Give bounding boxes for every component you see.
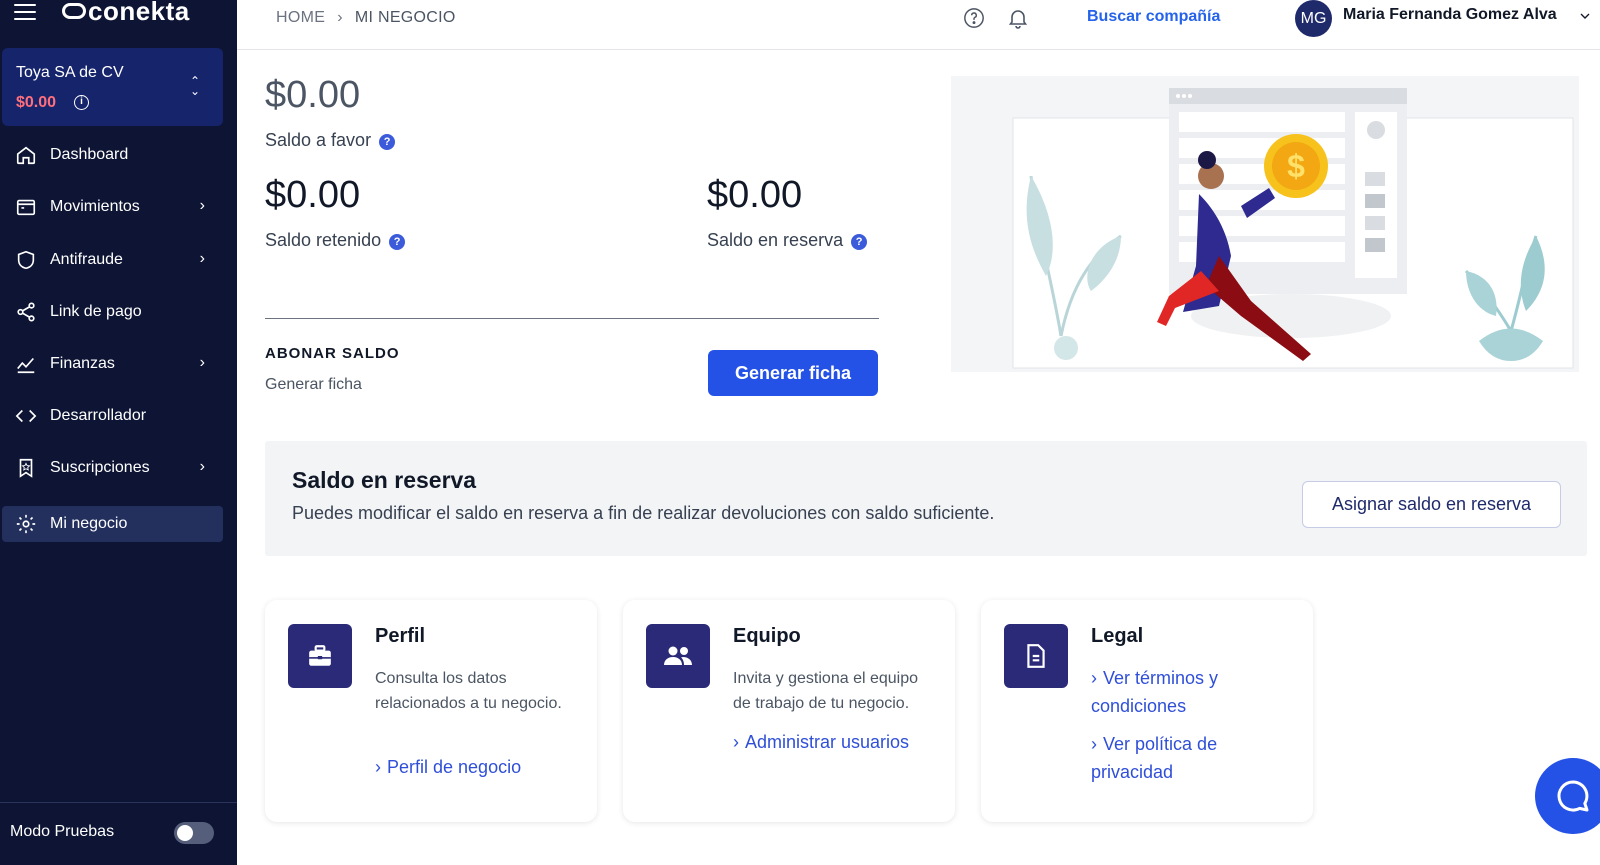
sidebar-item-link-de-pago[interactable]: Link de pago xyxy=(2,294,223,330)
chevron-right-icon: › xyxy=(199,197,205,214)
sidebar-item-label: Dashboard xyxy=(50,146,129,163)
sidebar-header: conekta xyxy=(0,0,237,36)
sidebar-divider xyxy=(0,802,237,803)
svg-text:$: $ xyxy=(1287,148,1305,184)
card-title: Legal xyxy=(1091,625,1144,647)
abonar-saldo-subtitle: Generar ficha xyxy=(265,376,362,393)
reserve-panel-title: Saldo en reserva xyxy=(292,467,477,493)
person-with-coin-illustration: $ xyxy=(1012,88,1574,369)
logo[interactable]: conekta xyxy=(62,0,190,27)
breadcrumb: HOME › MI NEGOCIO xyxy=(276,9,456,27)
chat-bubble-icon xyxy=(1557,780,1589,812)
sidebar-item-label: Mi negocio xyxy=(50,515,128,532)
saldo-retenido-label: Saldo retenido? xyxy=(265,230,406,251)
chevron-right-icon: › xyxy=(199,250,205,267)
card-title: Equipo xyxy=(733,625,801,647)
chevron-right-icon: › xyxy=(375,757,381,777)
chevron-right-icon: › xyxy=(1091,668,1097,688)
chat-button[interactable] xyxy=(1535,758,1600,834)
saldo-favor-amount: $0.00 xyxy=(265,74,361,116)
chevron-down-icon[interactable] xyxy=(1577,8,1593,29)
users-icon xyxy=(646,624,710,688)
sidebar-item-antifraude[interactable]: Antifraude › xyxy=(2,242,223,278)
sidebar-item-suscripciones[interactable]: Suscripciones › xyxy=(2,450,223,486)
administrar-usuarios-link[interactable]: › Administrar usuarios xyxy=(733,728,923,756)
card-equipo: Equipo Invita y gestiona el equipo de tr… xyxy=(623,600,955,822)
sidebar-item-mi-negocio[interactable]: Mi negocio xyxy=(2,506,223,542)
sidebar-item-label: Suscripciones xyxy=(50,459,150,476)
chevron-right-icon: › xyxy=(199,354,205,371)
saldo-retenido-amount: $0.00 xyxy=(265,174,361,216)
chevron-right-icon: › xyxy=(199,458,205,475)
home-icon xyxy=(14,143,38,167)
generar-ficha-button[interactable]: Generar ficha xyxy=(708,350,878,396)
card-description: Invita y gestiona el equipo de trabajo d… xyxy=(733,670,919,712)
user-name[interactable]: Maria Fernanda Gomez Alva xyxy=(1343,6,1557,24)
saldo-reserva-label: Saldo en reserva? xyxy=(707,230,868,251)
sidebar-item-finanzas[interactable]: Finanzas › xyxy=(2,346,223,382)
ver-politica-link[interactable]: › Ver política de privacidad xyxy=(1091,730,1281,786)
breadcrumb-home[interactable]: HOME xyxy=(276,9,325,26)
info-icon[interactable]: i xyxy=(74,95,89,110)
chart-icon xyxy=(14,352,38,376)
avatar[interactable]: MG xyxy=(1295,0,1332,37)
sidebar-item-label: Desarrollador xyxy=(50,407,147,424)
menu-icon[interactable] xyxy=(14,4,36,24)
toggle-knob xyxy=(177,825,193,841)
company-switcher[interactable]: Toya SA de CV $0.00 i ⌃ ⌄ xyxy=(2,48,223,126)
reserve-panel: Saldo en reserva Puedes modificar el sal… xyxy=(265,441,1587,556)
saldo-favor-label: Saldo a favor? xyxy=(265,130,396,151)
bookmark-star-icon xyxy=(14,456,38,480)
card-perfil: Perfil Consulta los datos relacionados a… xyxy=(265,600,597,822)
card-legal: Legal › Ver términos y condiciones › Ver p… xyxy=(981,600,1313,822)
divider xyxy=(265,318,879,319)
wallet-icon xyxy=(14,195,38,219)
document-icon xyxy=(1004,624,1068,688)
sidebar-item-desarrollador[interactable]: Desarrollador xyxy=(2,398,223,434)
test-mode-label: Modo Pruebas xyxy=(10,823,115,840)
code-icon xyxy=(14,404,38,428)
chevron-right-icon: › xyxy=(1091,734,1097,754)
shield-icon xyxy=(14,248,38,272)
briefcase-icon xyxy=(288,624,352,688)
help-icon[interactable] xyxy=(963,7,985,34)
card-description: Consulta los datos relacionados a tu neg… xyxy=(375,670,562,712)
chevron-up-down-icon: ⌃ ⌄ xyxy=(190,74,201,98)
sidebar-item-label: Antifraude xyxy=(50,251,123,268)
gear-icon xyxy=(14,512,38,536)
breadcrumb-current: MI NEGOCIO xyxy=(354,9,456,26)
sidebar-item-dashboard[interactable]: Dashboard xyxy=(2,137,223,173)
ver-terminos-link[interactable]: › Ver términos y condiciones xyxy=(1091,664,1281,720)
question-icon[interactable]: ? xyxy=(389,234,406,250)
sidebar-item-label: Link de pago xyxy=(50,303,142,320)
abonar-saldo-title: ABONAR SALDO xyxy=(265,345,400,362)
company-name: Toya SA de CV xyxy=(16,64,124,81)
saldo-reserva-amount: $0.00 xyxy=(707,174,803,216)
chevron-right-icon: › xyxy=(733,732,739,752)
test-mode-toggle[interactable] xyxy=(174,822,214,844)
sidebar-item-movimientos[interactable]: Movimientos › xyxy=(2,189,223,225)
card-title: Perfil xyxy=(375,625,426,647)
share-icon xyxy=(14,300,38,324)
top-bar: HOME › MI NEGOCIO Buscar compañía MG Maria… xyxy=(237,0,1600,50)
asignar-saldo-reserva-button[interactable]: Asignar saldo en reserva xyxy=(1302,481,1561,528)
logo-mark-icon xyxy=(62,3,86,19)
search-company-link[interactable]: Buscar compañía xyxy=(1087,8,1220,26)
perfil-de-negocio-link[interactable]: › Perfil de negocio xyxy=(375,753,565,781)
sidebar-item-label: Movimientos xyxy=(50,198,140,215)
reserve-panel-description: Puedes modificar el saldo en reserva a f… xyxy=(292,503,995,523)
question-icon[interactable]: ? xyxy=(379,134,396,150)
illustration: $ xyxy=(951,76,1579,372)
question-icon[interactable]: ? xyxy=(851,234,868,250)
company-balance: $0.00 xyxy=(16,94,57,111)
sidebar-item-label: Finanzas xyxy=(50,355,115,372)
bell-icon[interactable] xyxy=(1006,6,1030,35)
chevron-right-icon: › xyxy=(337,9,343,26)
sidebar: conekta Toya SA de CV $0.00 i ⌃ ⌄ Dashboa… xyxy=(0,0,237,865)
